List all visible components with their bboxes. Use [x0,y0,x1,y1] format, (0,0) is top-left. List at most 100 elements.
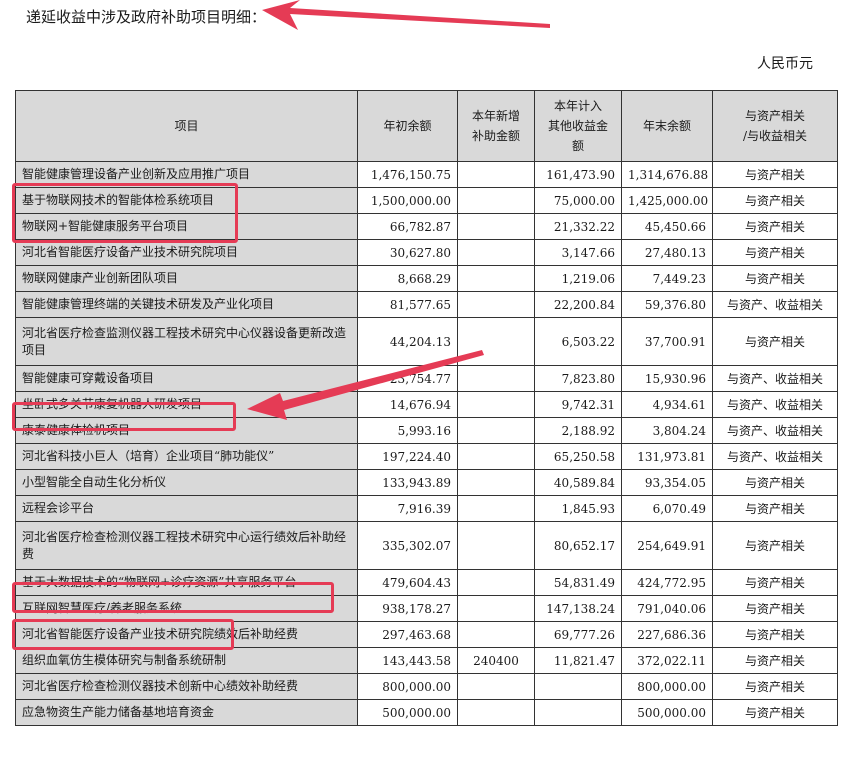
table-row: 组织血氧仿生模体研究与制备系统研制 143,443.58 240400 11,821.… [15,647,838,674]
column-header: 年初余额 [357,90,458,162]
project-name-cell: 智能健康可穿戴设备项目 [15,365,358,392]
value-cell: 80,652.17 [534,521,622,570]
value-cell: 161,473.90 [534,161,622,188]
value-cell: 与资产相关 [712,699,838,726]
value-cell [457,521,535,570]
value-cell: 40,589.84 [534,469,622,496]
value-cell: 11,821.47 [534,647,622,674]
value-cell: 与资产相关 [712,647,838,674]
value-cell: 2,188.92 [534,417,622,444]
value-cell [457,317,535,366]
highlight-box [12,582,334,613]
value-cell: 与资产、收益相关 [712,443,838,470]
value-cell: 与资产、收益相关 [712,391,838,418]
value-cell: 372,022.11 [621,647,713,674]
value-cell: 254,649.91 [621,521,713,570]
value-cell: 15,930.96 [621,365,713,392]
highlight-box [12,183,238,243]
value-cell: 45,450.66 [621,213,713,240]
value-cell: 424,772.95 [621,569,713,596]
value-cell: 93,354.05 [621,469,713,496]
value-cell [457,291,535,318]
value-cell: 65,250.58 [534,443,622,470]
value-cell: 与资产相关 [712,673,838,700]
column-header: 本年新增 补助金额 [457,90,535,162]
table-row: 河北省智能医疗设备产业技术研究院项目 30,627.80 3,147.66 27,48… [15,239,838,266]
column-header: 本年计入 其他收益金 额 [534,90,622,162]
project-name-cell: 小型智能全自动生化分析仪 [15,469,358,496]
value-cell [457,417,535,444]
column-header: 年末余额 [621,90,713,162]
currency-unit: 人民币元 [757,56,813,72]
table-row: 智能健康可穿戴设备项目 23,754.77 7,823.80 15,930.96 与资产… [15,365,838,392]
project-name-cell: 应急物资生产能力储备基地培育资金 [15,699,358,726]
value-cell: 37,700.91 [621,317,713,366]
value-cell [457,239,535,266]
value-cell: 800,000.00 [357,673,458,700]
value-cell: 22,200.84 [534,291,622,318]
project-name-cell: 河北省科技小巨人（培育）企业项目“肺功能仪” [15,443,358,470]
project-name-cell: 远程会诊平台 [15,495,358,522]
project-name-cell: 智能健康管理终端的关键技术研发及产业化项目 [15,291,358,318]
project-name-cell: 河北省医疗检查检测仪器技术创新中心绩效补助经费 [15,673,358,700]
value-cell [457,569,535,596]
highlight-box [12,619,234,650]
value-cell: 54,831.49 [534,569,622,596]
value-cell: 与资产、收益相关 [712,417,838,444]
value-cell: 与资产相关 [712,317,838,366]
value-cell: 21,332.22 [534,213,622,240]
value-cell: 44,204.13 [357,317,458,366]
value-cell: 与资产相关 [712,521,838,570]
table-row: 远程会诊平台 7,916.39 1,845.93 6,070.49 与资产相关 [15,495,838,522]
value-cell: 14,676.94 [357,391,458,418]
value-cell: 与资产相关 [712,239,838,266]
value-cell: 131,973.81 [621,443,713,470]
page-title: 递延收益中涉及政府补助项目明细： [26,8,267,26]
value-cell: 240400 [457,647,535,674]
value-cell [534,673,622,700]
table-row: 智能健康管理终端的关键技术研发及产业化项目 81,577.65 22,200.84 5… [15,291,838,318]
value-cell: 与资产相关 [712,161,838,188]
project-name-cell: 河北省医疗检查监测仪器工程技术研究中心仪器设备更新改造项目 [15,317,358,366]
value-cell: 与资产相关 [712,495,838,522]
highlight-box [12,402,236,431]
value-cell: 7,823.80 [534,365,622,392]
value-cell: 1,219.06 [534,265,622,292]
value-cell [457,595,535,622]
value-cell: 8,668.29 [357,265,458,292]
project-name-cell: 河北省医疗检查检测仪器工程技术研究中心运行绩效后补助经费 [15,521,358,570]
table-row: 应急物资生产能力储备基地培育资金 500,000.00 500,000.00 与资产相… [15,699,838,726]
value-cell: 与资产相关 [712,265,838,292]
value-cell: 1,500,000.00 [357,187,458,214]
value-cell [457,673,535,700]
value-cell: 5,993.16 [357,417,458,444]
value-cell: 800,000.00 [621,673,713,700]
value-cell: 与资产、收益相关 [712,291,838,318]
table-row: 河北省医疗检查检测仪器技术创新中心绩效补助经费 800,000.00 800,000… [15,673,838,700]
value-cell: 23,754.77 [357,365,458,392]
table-row: 河北省医疗检查检测仪器工程技术研究中心运行绩效后补助经费 335,302.07 80… [15,521,838,570]
value-cell: 6,503.22 [534,317,622,366]
value-cell: 297,463.68 [357,621,458,648]
project-name-cell: 物联网健康产业创新团队项目 [15,265,358,292]
project-name-cell: 河北省智能医疗设备产业技术研究院项目 [15,239,358,266]
value-cell: 75,000.00 [534,187,622,214]
value-cell: 与资产相关 [712,569,838,596]
value-cell: 与资产、收益相关 [712,365,838,392]
value-cell: 6,070.49 [621,495,713,522]
table-row: 物联网健康产业创新团队项目 8,668.29 1,219.06 7,449.23 与资产… [15,265,838,292]
value-cell [457,621,535,648]
value-cell: 147,138.24 [534,595,622,622]
value-cell [457,161,535,188]
value-cell: 与资产相关 [712,621,838,648]
value-cell: 500,000.00 [621,699,713,726]
value-cell: 500,000.00 [357,699,458,726]
value-cell: 479,604.43 [357,569,458,596]
value-cell: 9,742.31 [534,391,622,418]
value-cell: 197,224.40 [357,443,458,470]
value-cell: 7,449.23 [621,265,713,292]
value-cell [457,365,535,392]
value-cell [457,213,535,240]
value-cell: 1,845.93 [534,495,622,522]
column-header: 项目 [15,90,358,162]
